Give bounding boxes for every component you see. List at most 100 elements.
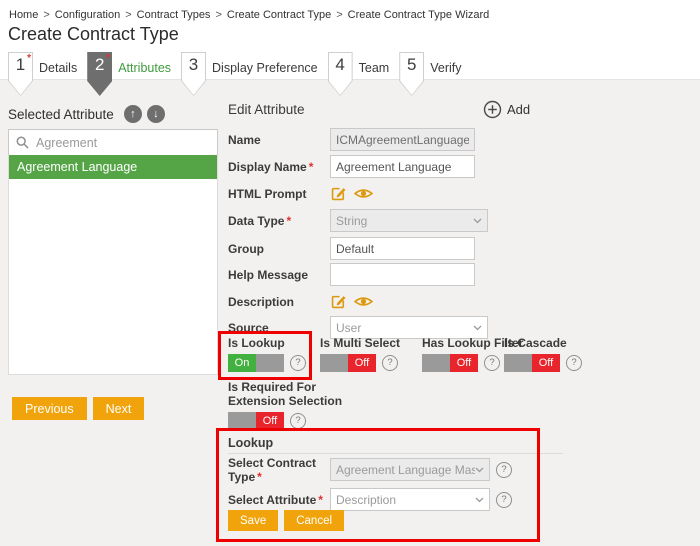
toggle-state-label: Off bbox=[450, 354, 478, 372]
breadcrumb-create-contract-type-wizard[interactable]: Create Contract Type Wizard bbox=[348, 9, 490, 21]
is-lookup-label: Is Lookup bbox=[228, 336, 306, 350]
breadcrumb-contract-types[interactable]: Contract Types bbox=[137, 9, 211, 21]
help-icon[interactable] bbox=[290, 413, 306, 429]
wizard-step-verify[interactable]: 5 Verify bbox=[399, 52, 471, 96]
step-label: Details bbox=[39, 61, 77, 75]
select-contract-type-label: Select Contract Type* bbox=[228, 456, 330, 484]
step-number: 5 bbox=[399, 55, 424, 75]
create-contract-type-page: Home > Configuration > Contract Types > Create… bbox=[0, 0, 700, 546]
display-name-label: Display Name* bbox=[228, 160, 330, 174]
wizard-step-attributes[interactable]: 2 * Attributes bbox=[87, 52, 181, 96]
edit-icon[interactable] bbox=[330, 185, 347, 202]
is-multi-select-toggle[interactable]: Off bbox=[320, 354, 376, 372]
html-prompt-label: HTML Prompt bbox=[228, 187, 330, 201]
edit-attribute-form: Edit Attribute Add Name Display Name* HT… bbox=[228, 100, 640, 546]
step-label: Verify bbox=[430, 61, 461, 75]
save-button[interactable]: Save bbox=[228, 510, 278, 531]
required-asterisk: * bbox=[318, 493, 323, 507]
help-message-label: Help Message bbox=[228, 268, 330, 282]
select-attribute-label: Select Attribute* bbox=[228, 493, 330, 507]
select-attribute-select[interactable]: Description bbox=[330, 488, 490, 511]
is-required-for-extension-label: Is Required For Extension Selection bbox=[228, 380, 342, 408]
wizard-step-team[interactable]: 4 Team bbox=[328, 52, 400, 96]
help-icon[interactable] bbox=[290, 355, 306, 371]
breadcrumb-configuration[interactable]: Configuration bbox=[55, 9, 120, 21]
help-message-input[interactable] bbox=[330, 263, 475, 286]
eye-icon[interactable] bbox=[354, 294, 373, 309]
toggle-state-label: Off bbox=[532, 354, 560, 372]
step-label: Display Preference bbox=[212, 61, 318, 75]
help-icon[interactable] bbox=[566, 355, 582, 371]
group-label: Group bbox=[228, 242, 330, 256]
list-item-agreement-language[interactable]: Agreement Language bbox=[9, 155, 217, 179]
step-number: 4 bbox=[328, 55, 353, 75]
toggle-state-label: Off bbox=[256, 412, 284, 430]
display-name-input[interactable] bbox=[330, 155, 475, 178]
is-cascade-field: Is Cascade Off bbox=[504, 336, 582, 372]
step-label: Attributes bbox=[118, 61, 171, 75]
breadcrumb-separator: > bbox=[336, 9, 342, 21]
lookup-divider bbox=[228, 453, 563, 454]
toggle-track bbox=[320, 354, 348, 372]
help-icon[interactable] bbox=[484, 355, 500, 371]
is-required-for-extension-toggle[interactable]: Off bbox=[228, 412, 284, 430]
selected-attribute-panel: Selected Attribute Agreement Language bbox=[8, 104, 218, 124]
required-asterisk: * bbox=[27, 53, 31, 64]
chevron-down-icon bbox=[473, 218, 482, 224]
source-label: Source bbox=[228, 321, 330, 335]
add-icon bbox=[483, 100, 502, 119]
toggle-track bbox=[422, 354, 450, 372]
group-input[interactable] bbox=[330, 237, 475, 260]
is-lookup-toggle[interactable]: On bbox=[228, 354, 284, 372]
lookup-buttons: Save Cancel bbox=[228, 510, 350, 531]
description-label: Description bbox=[228, 295, 330, 309]
data-type-label: Data Type* bbox=[228, 214, 330, 228]
is-cascade-toggle[interactable]: Off bbox=[504, 354, 560, 372]
is-lookup-field: Is Lookup On bbox=[228, 336, 306, 372]
help-icon[interactable] bbox=[382, 355, 398, 371]
required-asterisk: * bbox=[106, 53, 110, 64]
toggle-track bbox=[228, 412, 256, 430]
wizard-steps: 1 * Details 2 * Attributes 3 Display Pre… bbox=[8, 52, 471, 96]
selected-attribute-list: Agreement Language bbox=[8, 155, 218, 375]
help-icon[interactable] bbox=[496, 492, 512, 508]
wizard-step-details[interactable]: 1 * Details bbox=[8, 52, 87, 96]
add-attribute-button[interactable]: Add bbox=[483, 100, 530, 119]
breadcrumb-separator: > bbox=[43, 9, 49, 21]
step-2-badge: 2 * bbox=[87, 52, 112, 96]
breadcrumb-separator: > bbox=[215, 9, 221, 21]
move-down-icon[interactable] bbox=[147, 105, 165, 123]
data-type-select: String bbox=[330, 209, 488, 232]
wizard-nav-buttons: Previous Next bbox=[12, 397, 150, 420]
next-button[interactable]: Next bbox=[93, 397, 145, 420]
edit-icon[interactable] bbox=[330, 293, 347, 310]
select-value: Description bbox=[336, 493, 475, 507]
breadcrumb-separator: > bbox=[125, 9, 131, 21]
select-value: String bbox=[336, 214, 473, 228]
name-input bbox=[330, 128, 475, 151]
search-icon bbox=[16, 136, 29, 149]
step-label: Team bbox=[359, 61, 390, 75]
required-asterisk: * bbox=[257, 470, 262, 484]
chevron-down-icon bbox=[475, 467, 484, 473]
is-multi-select-label: Is Multi Select bbox=[320, 336, 400, 350]
step-5-badge: 5 bbox=[399, 52, 424, 96]
required-asterisk: * bbox=[286, 214, 291, 228]
select-value: Agreement Language Master bbox=[336, 463, 475, 477]
select-contract-type-select: Agreement Language Master bbox=[330, 458, 490, 481]
page-title: Create Contract Type bbox=[8, 24, 179, 45]
wizard-step-display-preference[interactable]: 3 Display Preference bbox=[181, 52, 328, 96]
has-lookup-filter-toggle[interactable]: Off bbox=[422, 354, 478, 372]
help-icon[interactable] bbox=[496, 462, 512, 478]
move-up-icon[interactable] bbox=[124, 105, 142, 123]
cancel-button[interactable]: Cancel bbox=[284, 510, 344, 531]
select-value: User bbox=[336, 321, 473, 335]
previous-button[interactable]: Previous bbox=[12, 397, 87, 420]
chevron-down-icon bbox=[473, 325, 482, 331]
toggle-state-label: On bbox=[228, 354, 256, 372]
chevron-down-icon bbox=[475, 497, 484, 503]
breadcrumb-create-contract-type[interactable]: Create Contract Type bbox=[227, 9, 331, 21]
eye-icon[interactable] bbox=[354, 186, 373, 201]
attribute-search-input[interactable] bbox=[34, 135, 217, 151]
breadcrumb-home[interactable]: Home bbox=[9, 9, 38, 21]
